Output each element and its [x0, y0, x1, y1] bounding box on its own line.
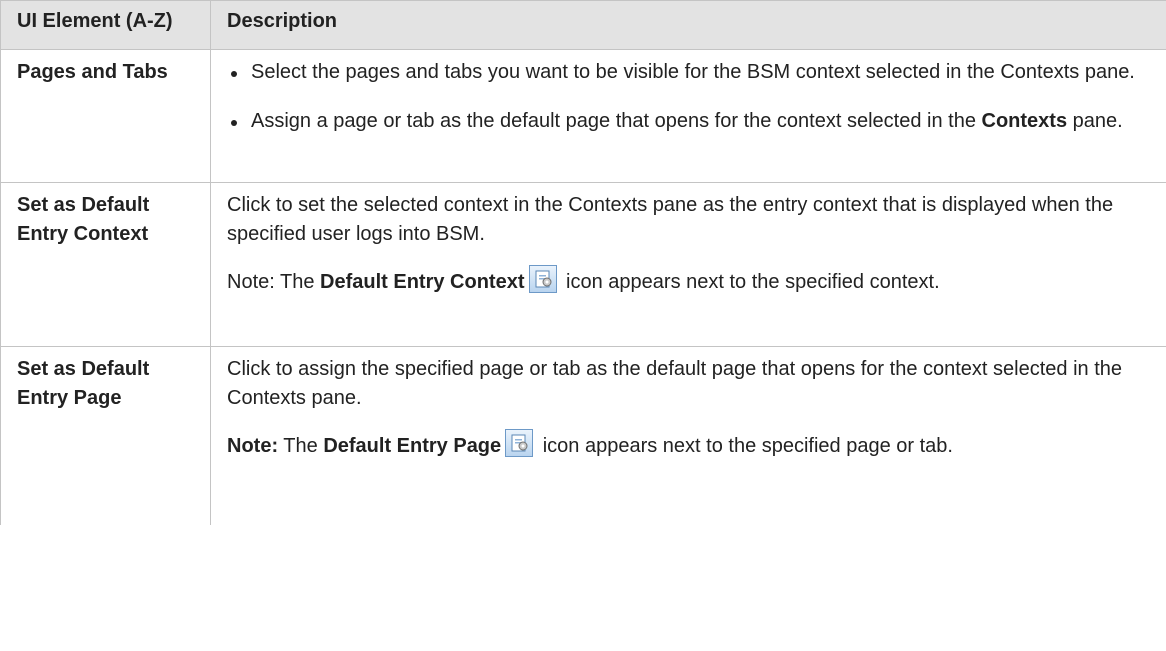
header-ui-element: UI Element (A-Z) — [0, 0, 211, 50]
element-name: Pages and Tabs — [0, 49, 211, 183]
element-description: Click to assign the specified page or ta… — [210, 346, 1166, 525]
note-prefix: The — [278, 435, 324, 457]
description-text: Click to assign the specified page or ta… — [227, 358, 1123, 409]
note-prefix: Note: The — [227, 271, 321, 293]
note-label: Note: — [227, 435, 279, 457]
element-name: Set as Default Entry Context — [0, 182, 211, 347]
element-description: Select the pages and tabs you want to be… — [210, 49, 1166, 183]
element-name: Set as Default Entry Page — [0, 346, 211, 525]
note-text: Note: The Default Entry Context icon app… — [227, 265, 1152, 297]
description-text: Click to set the selected context in the… — [227, 194, 1114, 245]
bold-term: Default Entry Page — [323, 435, 502, 457]
bullet-text: Assign a page or tab as the default page… — [251, 110, 982, 132]
list-item: Select the pages and tabs you want to be… — [227, 58, 1152, 87]
list-item: Assign a page or tab as the default page… — [227, 107, 1152, 136]
bold-term: Default Entry Context — [320, 271, 525, 293]
bold-term: Contexts — [981, 110, 1068, 132]
bullet-list: Select the pages and tabs you want to be… — [227, 58, 1152, 136]
note-suffix: icon appears next to the specified conte… — [560, 271, 940, 293]
table-row: Set as Default Entry Page Click to assig… — [0, 346, 1166, 525]
ui-elements-table: UI Element (A-Z) Description Pages and T… — [0, 0, 1166, 525]
note-text: Note: The Default Entry Page icon appear… — [227, 429, 1152, 461]
default-entry-icon — [528, 265, 557, 293]
table-row: Pages and Tabs Select the pages and tabs… — [0, 49, 1166, 183]
bullet-text: pane. — [1067, 110, 1123, 132]
table-row: Set as Default Entry Context Click to se… — [0, 182, 1166, 347]
element-description: Click to set the selected context in the… — [210, 182, 1166, 347]
table-header-row: UI Element (A-Z) Description — [0, 0, 1166, 50]
bullet-text: Select the pages and tabs you want to be… — [251, 61, 1135, 83]
header-description: Description — [210, 0, 1166, 50]
default-entry-icon — [505, 429, 534, 457]
note-suffix: icon appears next to the specified page … — [537, 435, 953, 457]
